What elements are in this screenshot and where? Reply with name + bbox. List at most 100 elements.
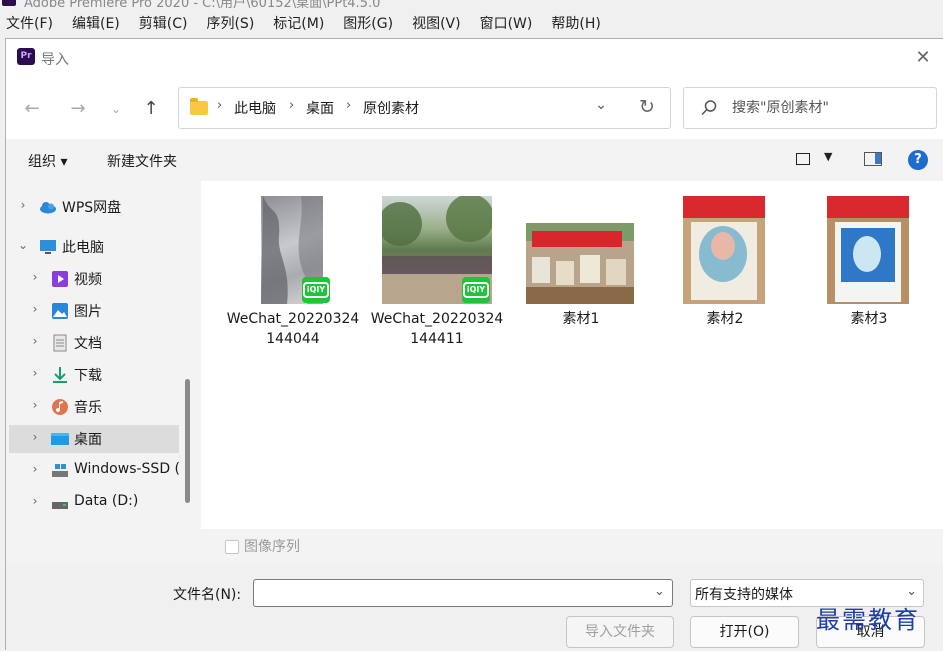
chevron-right-icon[interactable]: › xyxy=(29,366,41,380)
dialog-title: 导入 xyxy=(41,52,69,68)
tree-item-videos[interactable]: › 视频 xyxy=(9,265,179,293)
folder-icon xyxy=(190,98,208,115)
menu-edit[interactable]: 编辑(E) xyxy=(72,13,120,33)
organize-button[interactable]: 组织 ▾ xyxy=(28,151,67,171)
file-item[interactable]: 素材2 xyxy=(656,191,794,361)
open-button[interactable]: 打开(O) xyxy=(690,616,799,648)
image-sequence-label: 图像序列 xyxy=(244,539,300,555)
tree-label: Windows-SSD ( xyxy=(74,461,181,477)
help-icon[interactable]: ? xyxy=(908,150,928,170)
tree-label: 桌面 xyxy=(74,432,102,448)
chevron-right-icon: › xyxy=(346,98,352,113)
picture-icon xyxy=(52,303,68,319)
breadcrumb-desktop[interactable]: 桌面 xyxy=(306,98,334,118)
nav-pane-scrollbar[interactable] xyxy=(185,379,190,503)
preview-pane-icon[interactable] xyxy=(864,152,882,166)
tree-label: 文档 xyxy=(74,336,102,352)
chevron-right-icon: › xyxy=(217,98,223,113)
new-folder-button[interactable]: 新建文件夹 xyxy=(107,151,177,171)
view-chevron-down-icon[interactable]: ▼ xyxy=(824,150,832,163)
file-item[interactable]: iQIY WeChat_20220324144044 xyxy=(224,191,362,361)
import-dialog: Pr 导入 ✕ ← → ⌄ ↑ › 此电脑 › 桌面 › 原创素材 ⌄ ↻ 组织… xyxy=(5,38,943,651)
premiere-icon xyxy=(2,0,16,6)
chevron-right-icon[interactable]: › xyxy=(29,334,41,348)
view-mode-icon[interactable] xyxy=(796,153,810,165)
tree-label: 此电脑 xyxy=(62,240,104,256)
file-list: iQIY WeChat_20220324144044 iQIY WeChat_2… xyxy=(201,181,943,529)
breadcrumb-original-materials[interactable]: 原创素材 xyxy=(363,98,419,118)
file-name-combobox[interactable]: ⌄ xyxy=(253,579,673,607)
tree-label: Data (D:) xyxy=(74,493,139,509)
up-arrow-icon[interactable]: ↑ xyxy=(139,97,163,121)
iqiyi-badge-icon: iQIY xyxy=(302,277,330,303)
file-name-input[interactable] xyxy=(258,583,643,603)
chevron-down-icon[interactable]: ⌄ xyxy=(654,584,665,599)
search-box[interactable] xyxy=(683,87,937,129)
file-name: 素材2 xyxy=(706,311,744,327)
refresh-icon[interactable]: ↻ xyxy=(635,95,659,119)
watermark: 最需教育 xyxy=(816,606,920,634)
chevron-right-icon[interactable]: › xyxy=(17,198,29,212)
file-name: WeChat_20220324144044 xyxy=(226,311,360,347)
chevron-right-icon: › xyxy=(289,98,295,113)
app-title: Adobe Premiere Pro 2020 - C:\用户\60152\桌面… xyxy=(24,0,381,8)
search-icon xyxy=(701,100,717,116)
file-item[interactable]: 素材3 xyxy=(800,191,938,361)
chevron-right-icon[interactable]: › xyxy=(29,270,41,284)
tree-item-this-pc[interactable]: ⌄ 此电脑 xyxy=(9,233,179,261)
chevron-right-icon[interactable]: › xyxy=(29,302,41,316)
iqiyi-badge-icon: iQIY xyxy=(462,277,490,303)
menu-window[interactable]: 窗口(W) xyxy=(480,13,533,33)
menu-file[interactable]: 文件(F) xyxy=(6,13,53,33)
download-icon xyxy=(53,367,67,383)
navigation-bar: ← → ⌄ ↑ › 此电脑 › 桌面 › 原创素材 ⌄ ↻ xyxy=(6,77,943,139)
drive-icon xyxy=(52,464,68,477)
tree-item-pictures[interactable]: › 图片 xyxy=(9,297,179,325)
image-sequence-row: 图像序列 xyxy=(6,529,943,563)
image-sequence-checkbox[interactable] xyxy=(225,540,239,554)
menu-markers[interactable]: 标记(M) xyxy=(273,13,324,33)
tree-item-desktop[interactable]: › 桌面 xyxy=(9,425,179,453)
chevron-down-icon[interactable]: ⌄ xyxy=(906,584,917,599)
search-input[interactable] xyxy=(732,97,932,119)
chevron-right-icon[interactable]: › xyxy=(29,398,41,412)
tree-item-downloads[interactable]: › 下载 xyxy=(9,361,179,389)
video-icon xyxy=(52,271,68,287)
address-bar[interactable]: › 此电脑 › 桌面 › 原创素材 ⌄ ↻ xyxy=(178,87,671,129)
close-button[interactable]: ✕ xyxy=(912,47,934,69)
menu-clip[interactable]: 剪辑(C) xyxy=(139,13,188,33)
file-item[interactable]: 素材1 xyxy=(512,191,650,361)
recent-chevron-down-icon[interactable]: ⌄ xyxy=(104,97,128,121)
forward-arrow-icon[interactable]: → xyxy=(66,97,90,121)
menu-help[interactable]: 帮助(H) xyxy=(551,13,600,33)
tree-item-documents[interactable]: › 文档 xyxy=(9,329,179,357)
address-chevron-down-icon[interactable]: ⌄ xyxy=(589,97,613,119)
menu-graphics[interactable]: 图形(G) xyxy=(343,13,393,33)
menu-view[interactable]: 视图(V) xyxy=(412,13,461,33)
back-arrow-icon[interactable]: ← xyxy=(20,97,44,121)
file-item[interactable]: iQIY WeChat_20220324144411 xyxy=(368,191,506,361)
tree-label: 下载 xyxy=(74,368,102,384)
tree-item-windows-ssd[interactable]: › Windows-SSD ( xyxy=(9,457,181,485)
premiere-icon: Pr xyxy=(17,48,35,65)
chevron-down-icon[interactable]: ⌄ xyxy=(17,238,29,252)
image-thumbnail xyxy=(526,223,634,304)
cloud-icon xyxy=(40,202,56,214)
import-folder-button[interactable]: 导入文件夹 xyxy=(566,616,674,648)
tree-label: WPS网盘 xyxy=(62,200,122,216)
chevron-right-icon[interactable]: › xyxy=(29,462,41,476)
chevron-right-icon[interactable]: › xyxy=(29,430,41,444)
menu-sequence[interactable]: 序列(S) xyxy=(206,13,254,33)
desktop-icon xyxy=(51,433,69,445)
file-name: 素材3 xyxy=(850,311,888,327)
breadcrumb-this-pc[interactable]: 此电脑 xyxy=(234,98,276,118)
file-name: 素材1 xyxy=(562,311,600,327)
navigation-pane: › WPS网盘 ⌄ 此电脑 › 视频 › 图片 › 文档 › 下载 › 音乐 ›… xyxy=(6,181,201,529)
chevron-right-icon[interactable]: › xyxy=(29,494,41,508)
file-type-value: 所有支持的媒体 xyxy=(695,587,793,603)
tree-item-music[interactable]: › 音乐 xyxy=(9,393,179,421)
tree-label: 图片 xyxy=(74,304,102,320)
tree-item-wps[interactable]: › WPS网盘 xyxy=(9,193,179,221)
tree-label: 音乐 xyxy=(74,400,102,416)
tree-item-data-d[interactable]: › Data (D:) xyxy=(9,489,179,517)
